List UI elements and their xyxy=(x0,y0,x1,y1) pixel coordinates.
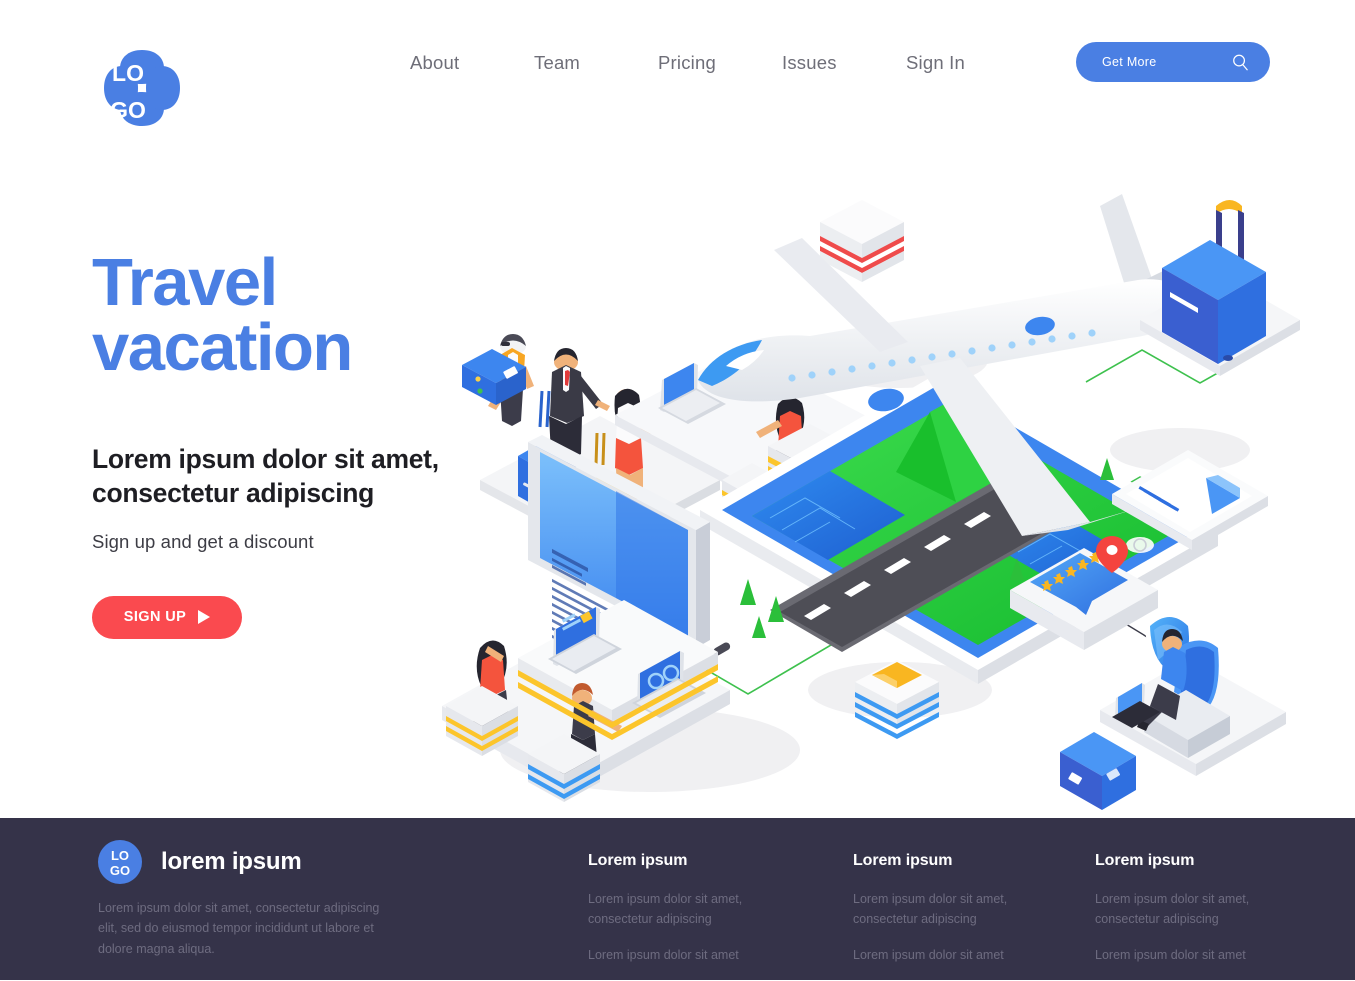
footer-logo-text-bottom: GO xyxy=(110,863,130,878)
sign-up-label: SIGN UP xyxy=(123,609,187,626)
search-icon xyxy=(1233,54,1248,70)
nav-item-about[interactable]: About xyxy=(410,46,534,80)
get-more-button[interactable]: Get More xyxy=(1076,42,1270,82)
get-more-label: Get More xyxy=(1102,55,1157,69)
logo-text-bottom: GO xyxy=(110,97,146,123)
logo-icon: LO GO xyxy=(104,50,180,126)
footer-column-3: Lorem ipsum Lorem ipsum dolor sit amet, … xyxy=(1095,852,1295,981)
footer-column-2-title: Lorem ipsum xyxy=(853,852,953,869)
site-footer: LO GO lorem ipsum Lorem ipsum dolor sit … xyxy=(0,818,1355,980)
footer-brand[interactable]: LO GO lorem ipsum xyxy=(98,840,302,884)
footer-brand-name: lorem ipsum xyxy=(161,848,302,875)
footer-column-3-title: Lorem ipsum xyxy=(1095,852,1195,869)
nav-item-team[interactable]: Team xyxy=(534,46,658,80)
footer-description: Lorem ipsum dolor sit amet, consectetur … xyxy=(98,901,380,956)
sign-up-button[interactable]: SIGN UP xyxy=(92,595,242,639)
footer-column-1-title: Lorem ipsum xyxy=(588,852,688,869)
footer-column-2: Lorem ipsum Lorem ipsum dolor sit amet, … xyxy=(853,852,1053,981)
isometric-travel-illustration xyxy=(400,150,1355,830)
logo-text-top: LO xyxy=(112,60,144,86)
footer-link[interactable]: Lorem ipsum dolor sit amet xyxy=(1095,945,1295,965)
footer-link[interactable]: Lorem ipsum dolor sit amet, consectetur … xyxy=(1095,889,1295,929)
traveler-with-yellow-vest xyxy=(462,334,534,426)
footer-logo-icon: LO GO xyxy=(98,840,142,884)
nav-item-sign-in[interactable]: Sign In xyxy=(906,46,1030,80)
footer-link[interactable]: Lorem ipsum dolor sit amet xyxy=(588,945,788,965)
illustration-canvas xyxy=(442,194,1300,810)
blue-briefcase xyxy=(1060,732,1136,810)
play-icon xyxy=(198,610,211,625)
footer-link[interactable]: Lorem ipsum dolor sit amet xyxy=(853,945,1053,965)
nav-item-pricing[interactable]: Pricing xyxy=(658,46,782,80)
main-navigation: About Team Pricing Issues Sign In xyxy=(410,46,1030,80)
footer-column-1: Lorem ipsum Lorem ipsum dolor sit amet, … xyxy=(588,852,788,981)
header-logo[interactable]: LO GO xyxy=(98,44,186,132)
landing-page: LO GO About Team Pricing Issues Sign In … xyxy=(0,0,1355,980)
site-header: LO GO About Team Pricing Issues Sign In … xyxy=(0,0,1355,126)
nav-item-issues[interactable]: Issues xyxy=(782,46,906,80)
footer-link[interactable]: Lorem ipsum dolor sit amet, consectetur … xyxy=(588,889,788,929)
footer-logo-text-top: LO xyxy=(111,848,129,863)
rolling-suitcase xyxy=(1140,200,1300,376)
footer-link[interactable]: Lorem ipsum dolor sit amet, consectetur … xyxy=(853,889,1053,929)
